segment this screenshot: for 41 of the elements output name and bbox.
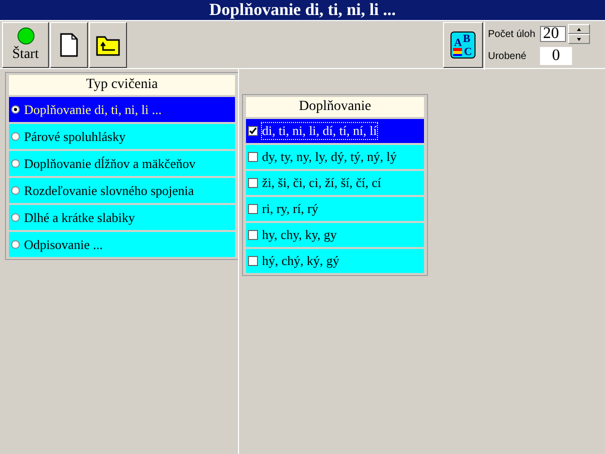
option-item[interactable]: di, ti, ni, li, dí, tí, ní, lí [246,119,424,143]
exercise-item[interactable]: Doplňovanie dĺžňov a mäkčeňov [9,151,235,176]
window-title: Doplňovanie di, ti, ni, li ... [209,0,396,20]
option-item[interactable]: ri, ry, rí, rý [246,197,424,221]
radio-icon [11,159,20,168]
radio-icon [11,105,20,114]
radio-icon [11,132,20,141]
option-item[interactable]: hý, chý, ký, gý [246,249,424,273]
open-folder-button[interactable] [89,22,127,68]
checkbox[interactable] [248,256,258,266]
down-arrow-icon [577,38,581,40]
option-item[interactable]: ži, ši, či, ci, ží, ší, čí, cí [246,171,424,195]
radio-icon [11,240,20,249]
checkbox[interactable] [248,152,258,162]
option-item[interactable]: hy, chy, ky, gy [246,223,424,247]
checkbox[interactable] [248,126,258,136]
panel-header: Doplňovanie [246,97,424,117]
folder-icon [96,34,120,56]
spin-up-button[interactable] [568,24,590,34]
checkbox[interactable] [248,178,258,188]
count-label: Počet úloh [488,28,536,40]
exercise-item[interactable]: Odpisovanie ... [9,232,235,257]
done-field[interactable]: 0 [540,47,572,65]
option-item[interactable]: dy, ty, ny, ly, dý, tý, ný, lý [246,145,424,169]
document-icon [60,33,78,57]
count-field[interactable]: 20 [540,26,566,42]
checkbox[interactable] [248,230,258,240]
circle-icon [16,27,34,45]
radio-icon [11,213,20,222]
exercise-item[interactable]: Rozdeľovanie slovného spojenia [9,178,235,203]
checkbox[interactable] [248,204,258,214]
radio-icon [11,186,20,195]
exercise-item[interactable]: Párové spoluhlásky [9,124,235,149]
done-label: Urobené [488,50,528,62]
panel-header: Typ cvičenia [9,75,235,95]
start-button[interactable]: Štart [2,22,49,68]
exercise-item[interactable]: Dlhé a krátke slabiky [9,205,235,230]
new-document-button[interactable] [50,22,88,68]
up-arrow-icon [577,28,581,30]
spin-down-button[interactable] [568,34,590,44]
exercise-item[interactable]: Doplňovanie di, ti, ni, li ... [9,97,235,122]
